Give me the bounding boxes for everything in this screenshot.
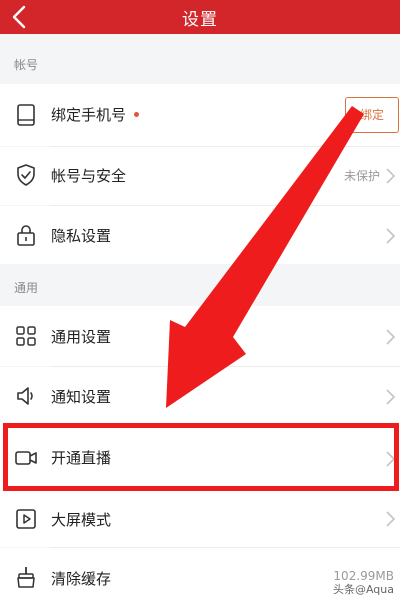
- settings-row-bigscreen[interactable]: 大屏模式: [0, 491, 400, 547]
- shield-check-icon: [17, 164, 35, 186]
- section-label-general: 通用: [14, 281, 39, 295]
- settings-row-bind-phone[interactable]: 绑定手机号: [0, 84, 400, 146]
- notification-dot: [134, 112, 139, 117]
- page-title: 设置: [182, 10, 218, 30]
- chevron-right-icon: [386, 228, 396, 244]
- watermark: 头条@Aqua: [332, 583, 394, 596]
- settings-row-label: 通用设置: [51, 328, 112, 346]
- chevron-right-icon: [386, 389, 396, 405]
- settings-row-privacy[interactable]: 隐私设置: [0, 206, 400, 264]
- settings-row-label: 隐私设置: [51, 227, 112, 245]
- settings-row-account-security[interactable]: 帐号与安全 未保护: [0, 147, 400, 205]
- settings-row-label: 清除缓存: [51, 570, 112, 588]
- speaker-icon: [17, 387, 33, 405]
- lock-icon: [17, 225, 35, 246]
- settings-row-notifications[interactable]: 通知设置: [0, 367, 400, 425]
- broom-icon: [17, 567, 35, 588]
- settings-row-label: 绑定手机号: [51, 106, 127, 124]
- top-bar: 设置: [0, 0, 400, 34]
- annotation-highlight-box: [3, 423, 399, 491]
- tablet-icon: [17, 104, 35, 126]
- chevron-right-icon: [386, 511, 396, 527]
- settings-row-label: 帐号与安全: [51, 167, 127, 185]
- play-square-icon: [16, 509, 36, 529]
- protection-status: 未保护: [343, 169, 380, 183]
- chevron-right-icon: [386, 329, 396, 345]
- bind-phone-button[interactable]: 绑定: [345, 97, 399, 133]
- settings-row-general[interactable]: 通用设置: [0, 306, 400, 366]
- section-label-account: 帐号: [14, 58, 39, 72]
- settings-row-label: 通知设置: [51, 388, 112, 406]
- chevron-right-icon: [386, 168, 396, 184]
- grid-icon: [16, 326, 36, 346]
- settings-row-label: 大屏模式: [51, 511, 112, 529]
